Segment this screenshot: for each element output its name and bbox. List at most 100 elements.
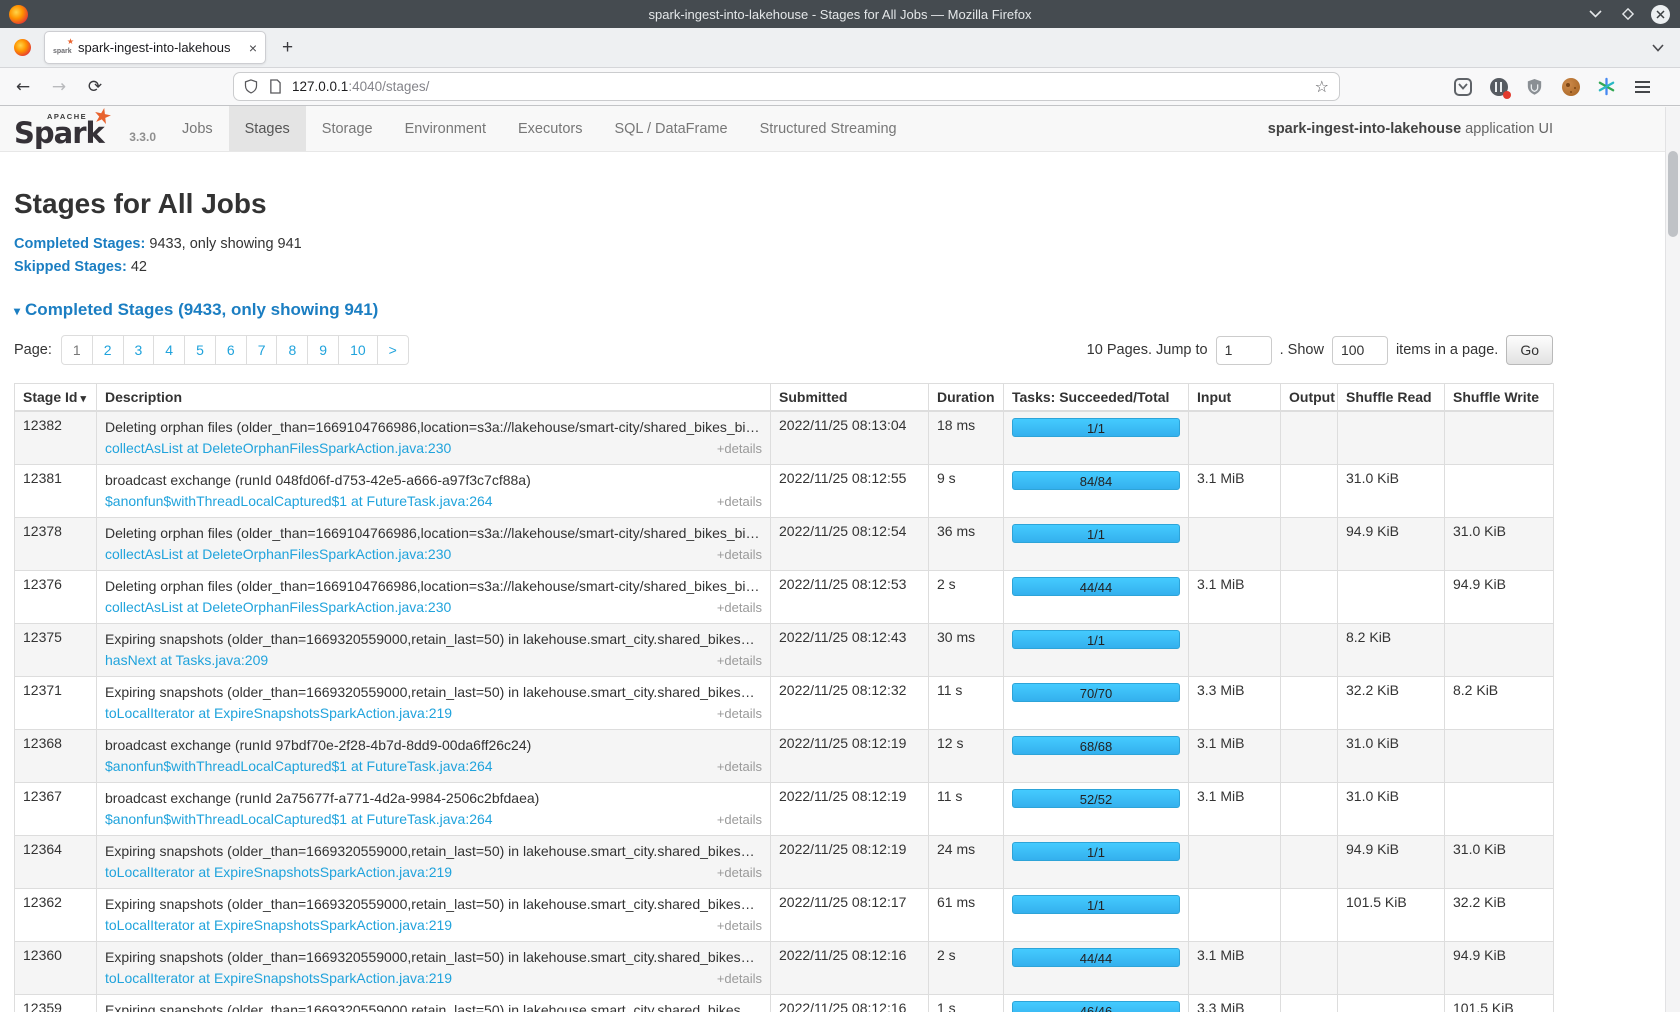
scrollbar-thumb[interactable] — [1668, 151, 1678, 237]
stage-callsite-link[interactable]: $anonfun$withThreadLocalCaptured$1 at Fu… — [105, 491, 493, 511]
nav-item-jobs[interactable]: Jobs — [166, 106, 229, 151]
stage-description: Expiring snapshots (older_than=166932055… — [105, 1000, 762, 1012]
window-close-button[interactable] — [1651, 5, 1670, 24]
window-titlebar[interactable]: spark-ingest-into-lakehouse - Stages for… — [0, 0, 1680, 28]
col-shuffle-read[interactable]: Shuffle Read — [1338, 384, 1445, 412]
tasks-progress-bar: 44/44 — [1012, 577, 1180, 596]
tasks-cell: 1/1 — [1004, 889, 1189, 942]
completed-stages-link[interactable]: Completed Stages: — [14, 236, 145, 252]
page-button[interactable]: 7 — [246, 336, 277, 364]
page-button[interactable]: 4 — [153, 336, 184, 364]
stage-callsite-link[interactable]: $anonfun$withThreadLocalCaptured$1 at Fu… — [105, 756, 493, 776]
window-minimize-button[interactable] — [1585, 4, 1605, 24]
stage-callsite-link[interactable]: hasNext at Tasks.java:209 — [105, 650, 268, 670]
stage-callsite-link[interactable]: toLocalIterator at ExpireSnapshotsSparkA… — [105, 862, 452, 882]
url-bar[interactable]: 127.0.0.1:4040/stages/ ☆ — [233, 72, 1340, 101]
col-tasks[interactable]: Tasks: Succeeded/Total — [1004, 384, 1189, 412]
stage-callsite-link[interactable]: $anonfun$withThreadLocalCaptured$1 at Fu… — [105, 809, 493, 829]
details-toggle[interactable]: +details — [717, 969, 762, 989]
tasks-progress-bar: 70/70 — [1012, 683, 1180, 702]
details-toggle[interactable]: +details — [717, 704, 762, 724]
stage-callsite-link[interactable]: collectAsList at DeleteOrphanFilesSparkA… — [105, 544, 451, 564]
new-tab-button[interactable]: + — [282, 37, 293, 59]
details-toggle[interactable]: +details — [717, 439, 762, 459]
extension-ublock-icon[interactable] — [1524, 76, 1545, 97]
input-cell — [1189, 411, 1281, 465]
forward-button: → — [46, 74, 72, 100]
nav-item-stages[interactable]: Stages — [229, 106, 306, 151]
details-toggle[interactable]: +details — [717, 492, 762, 512]
page-button[interactable]: 8 — [276, 336, 307, 364]
input-cell — [1189, 518, 1281, 571]
details-toggle[interactable]: +details — [717, 651, 762, 671]
tasks-cell: 44/44 — [1004, 942, 1189, 995]
list-all-tabs-chevron-icon[interactable] — [1652, 39, 1664, 57]
go-button[interactable]: Go — [1506, 335, 1553, 365]
stage-callsite-link[interactable]: toLocalIterator at ExpireSnapshotsSparkA… — [105, 703, 452, 723]
spark-logo[interactable]: APACHE Spark ★ 3.3.0 — [14, 106, 126, 151]
menu-hamburger-icon[interactable] — [1632, 76, 1653, 97]
stage-id-cell: 12367 — [15, 783, 97, 836]
stage-callsite-link[interactable]: toLocalIterator at ExpireSnapshotsSparkA… — [105, 968, 452, 988]
reload-button[interactable]: ⟳ — [82, 74, 108, 100]
details-toggle[interactable]: +details — [717, 863, 762, 883]
nav-item-structured-streaming[interactable]: Structured Streaming — [744, 106, 913, 151]
details-toggle[interactable]: +details — [717, 545, 762, 565]
details-toggle[interactable]: +details — [717, 757, 762, 777]
col-input[interactable]: Input — [1189, 384, 1281, 412]
details-toggle[interactable]: +details — [717, 810, 762, 830]
description-cell: Deleting orphan files (older_than=166910… — [97, 411, 771, 465]
nav-item-environment[interactable]: Environment — [389, 106, 502, 151]
extension-asterisk-icon[interactable] — [1596, 76, 1617, 97]
table-header-row: Stage Id▾ Description Submitted Duration… — [15, 384, 1554, 412]
items-per-page-input[interactable] — [1332, 336, 1388, 365]
stage-callsite-link[interactable]: collectAsList at DeleteOrphanFilesSparkA… — [105, 438, 451, 458]
page-scrollbar[interactable] — [1665, 107, 1680, 1012]
page-button[interactable]: > — [377, 336, 408, 364]
pages-info: 10 Pages. Jump to — [1087, 342, 1208, 358]
details-toggle[interactable]: +details — [717, 916, 762, 936]
spark-favicon-icon: spark★ — [53, 41, 73, 55]
tracking-shield-icon[interactable] — [244, 79, 258, 94]
nav-item-sql-dataframe[interactable]: SQL / DataFrame — [598, 106, 743, 151]
back-button[interactable]: ← — [10, 74, 36, 100]
tasks-cell: 52/52 — [1004, 783, 1189, 836]
tab-close-icon[interactable]: × — [249, 40, 257, 56]
page-info-icon[interactable] — [269, 79, 281, 94]
col-stage-id[interactable]: Stage Id▾ — [15, 384, 97, 412]
bookmark-star-icon[interactable]: ☆ — [1315, 77, 1329, 96]
completed-stages-section-header[interactable]: ▾Completed Stages (9433, only showing 94… — [14, 300, 1553, 320]
nav-item-storage[interactable]: Storage — [306, 106, 389, 151]
col-submitted[interactable]: Submitted — [771, 384, 929, 412]
jump-to-page-input[interactable] — [1216, 336, 1272, 365]
tasks-cell: 68/68 — [1004, 730, 1189, 783]
duration-cell: 11 s — [929, 677, 1004, 730]
col-duration[interactable]: Duration — [929, 384, 1004, 412]
page-button[interactable]: 2 — [92, 336, 123, 364]
page-button[interactable]: 6 — [215, 336, 246, 364]
nav-item-executors[interactable]: Executors — [502, 106, 598, 151]
page-button[interactable]: 9 — [307, 336, 338, 364]
page-button[interactable]: 1 — [62, 336, 92, 364]
col-description[interactable]: Description — [97, 384, 771, 412]
skipped-stages-link[interactable]: Skipped Stages: — [14, 259, 127, 275]
page-button[interactable]: 10 — [338, 336, 377, 364]
stages-table-body: 12382 Deleting orphan files (older_than=… — [15, 411, 1554, 1012]
output-cell — [1281, 889, 1338, 942]
extension-cookie-icon[interactable] — [1560, 76, 1581, 97]
details-toggle[interactable]: +details — [717, 598, 762, 618]
output-cell — [1281, 995, 1338, 1012]
shuffle-read-cell: 101.5 KiB — [1338, 889, 1445, 942]
window-maximize-button[interactable] — [1618, 4, 1638, 24]
col-shuffle-write[interactable]: Shuffle Write — [1445, 384, 1554, 412]
col-output[interactable]: Output — [1281, 384, 1338, 412]
stage-callsite-link[interactable]: collectAsList at DeleteOrphanFilesSparkA… — [105, 597, 451, 617]
shuffle-read-cell — [1338, 571, 1445, 624]
page-button[interactable]: 5 — [184, 336, 215, 364]
browser-tab[interactable]: spark★ spark-ingest-into-lakehous × — [44, 31, 266, 64]
stage-id-cell: 12371 — [15, 677, 97, 730]
page-button[interactable]: 3 — [123, 336, 154, 364]
stage-callsite-link[interactable]: toLocalIterator at ExpireSnapshotsSparkA… — [105, 915, 452, 935]
extension-pocket-icon[interactable] — [1452, 76, 1473, 97]
extension-mask-icon[interactable] — [1488, 76, 1509, 97]
